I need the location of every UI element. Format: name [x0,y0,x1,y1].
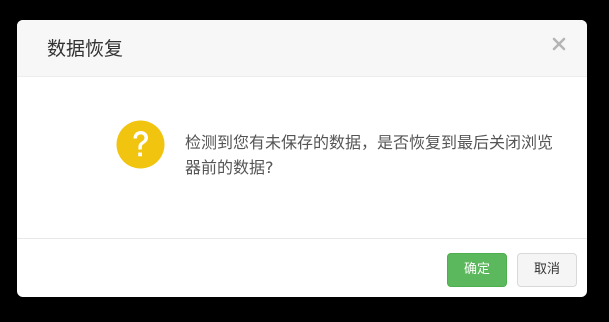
dialog-title: 数据恢复 [47,38,124,60]
dialog-message: 检测到您有未保存的数据，是否恢复到最后关闭浏览器前的数据? [185,133,554,177]
dialog-body: 检测到您有未保存的数据，是否恢复到最后关闭浏览器前的数据? [17,77,587,238]
restore-data-dialog: 数据恢复 检测到您有未保存的数据，是否恢复到最后关闭浏览器前的数据? 确定 取消 [17,20,587,297]
confirm-button[interactable]: 确定 [447,253,507,287]
cancel-button[interactable]: 取消 [517,253,577,287]
dialog-header: 数据恢复 [17,20,587,77]
dialog-footer: 确定 取消 [17,238,587,297]
question-icon [116,120,165,169]
close-icon[interactable] [551,36,567,52]
